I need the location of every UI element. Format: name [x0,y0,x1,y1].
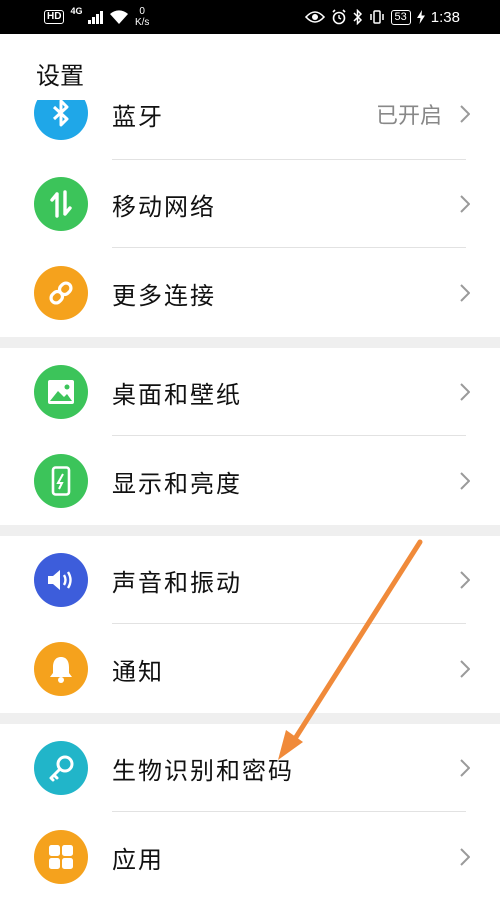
charging-icon [416,10,425,24]
battery-indicator: 53 [390,9,411,25]
apps-grid-icon [34,830,88,884]
row-label: 声音和振动 [112,568,242,597]
chevron-right-icon [460,160,470,248]
divider [112,811,466,812]
chevron-right-icon [460,437,470,525]
settings-row-more-connections[interactable]: 更多连接 [0,249,500,337]
hd-badge: HD [44,10,65,24]
link-icon [34,266,88,320]
network-speed: 0 K/s [135,6,149,28]
bluetooth-icon [34,100,88,140]
bluetooth-status-value: 已开启 [375,104,442,129]
speed-unit: K/s [134,17,150,28]
wifi-icon [109,10,128,24]
wallpaper-icon [34,365,88,419]
network-type: 4G [70,6,83,16]
row-label: 显示和亮度 [112,469,242,498]
section-separator [0,337,500,348]
bluetooth-status-icon [353,9,362,25]
chevron-right-icon [460,348,470,436]
vibrate-icon [369,10,384,24]
section-separator [0,713,500,724]
row-label: 移动网络 [112,192,216,221]
bell-icon [34,642,88,696]
eye-icon [304,11,325,23]
chevron-right-icon [460,249,470,337]
divider [112,247,466,248]
status-bar: HD 4G 0 K/s 53 1:38 [0,0,500,34]
speaker-icon [34,553,88,607]
signal-icon [88,10,103,24]
chevron-right-icon [460,536,470,624]
row-label: 桌面和壁纸 [112,380,242,409]
settings-row-sound[interactable]: 声音和振动 [0,536,500,624]
divider [112,435,466,436]
row-label: 蓝牙 [112,102,164,131]
clock: 1:38 [430,8,460,26]
section-separator [0,525,500,536]
mobile-network-icon [34,177,88,231]
settings-row-biometrics-password[interactable]: 生物识别和密码 [0,724,500,812]
settings-row-mobile-network[interactable]: 移动网络 [0,160,500,248]
speed-value: 0 [139,6,145,17]
chevron-right-icon [460,724,470,812]
settings-row-notifications[interactable]: 通知 [0,625,500,713]
display-icon [34,454,88,508]
row-label: 通知 [112,657,164,686]
settings-row-display[interactable]: 显示和亮度 [0,437,500,525]
alarm-icon [331,9,346,25]
chevron-right-icon [460,100,470,158]
divider [112,623,466,624]
page-title: 设置 [36,62,84,90]
row-label: 更多连接 [112,281,216,310]
key-icon [34,741,88,795]
settings-row-wallpaper[interactable]: 桌面和壁纸 [0,348,500,436]
row-label: 生物识别和密码 [112,756,294,785]
chevron-right-icon [460,625,470,713]
